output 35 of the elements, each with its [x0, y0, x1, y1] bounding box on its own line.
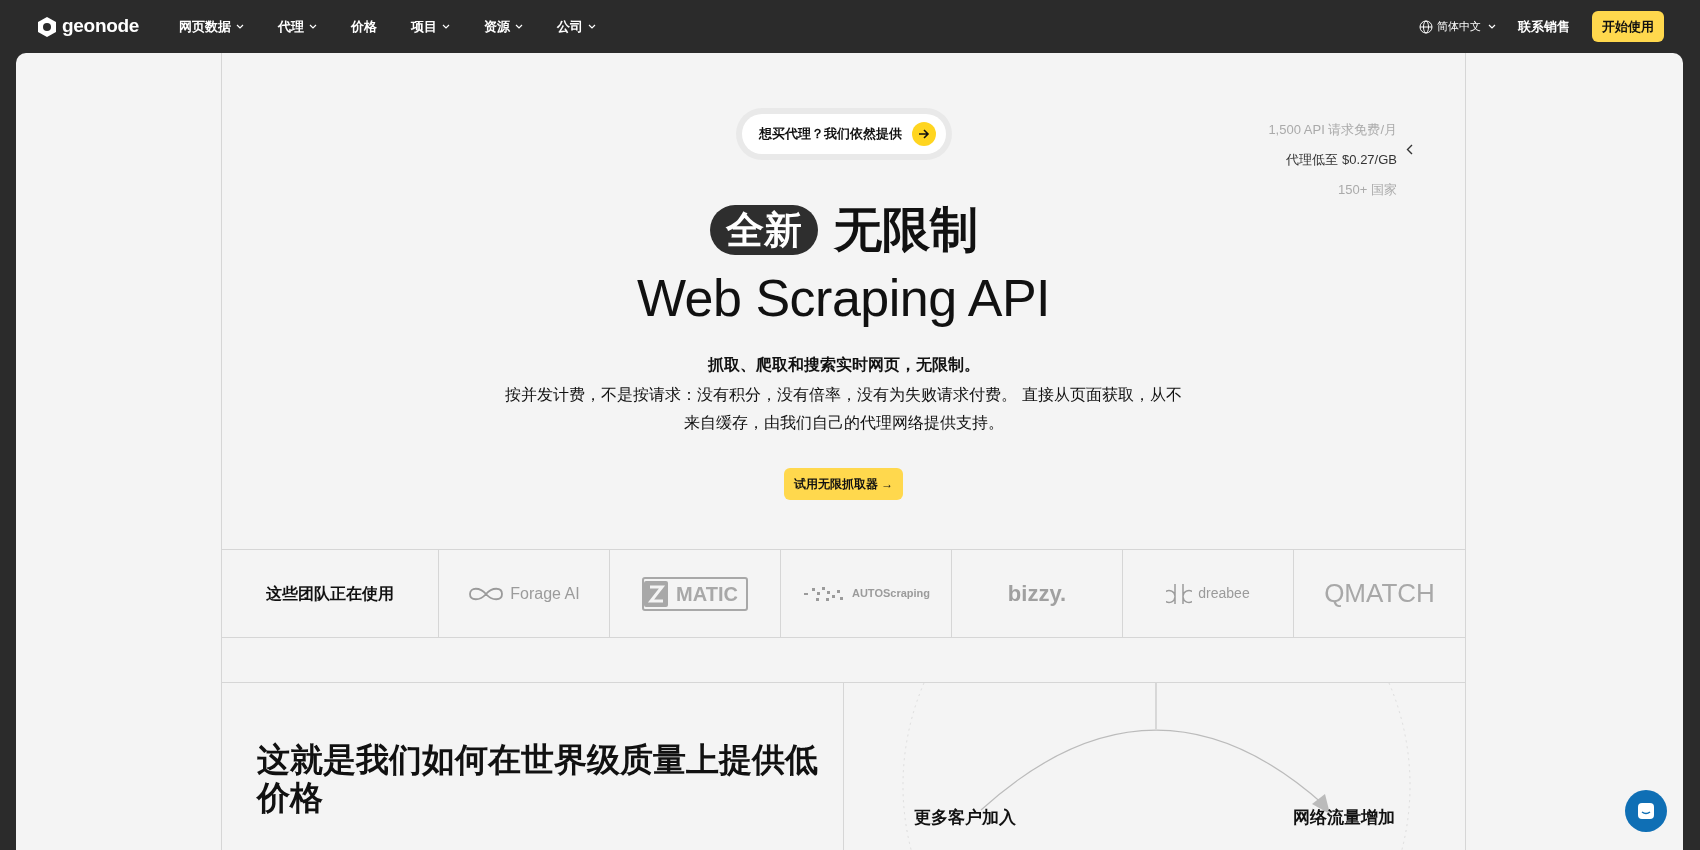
nav-menu-item[interactable]: 资源 [484, 16, 524, 37]
section-heading: 这就是我们如何在世界级质量上提供低价格 [257, 741, 819, 817]
cycle-label: 网络流量增加 [1293, 807, 1395, 829]
db-glyph-icon [1166, 581, 1193, 606]
logo-text: geonode [62, 14, 140, 39]
nav-menu-item[interactable]: 项目 [411, 16, 451, 37]
nav-menu-item[interactable]: 公司 [557, 16, 597, 37]
nav-menu-item[interactable]: 代理 [278, 16, 318, 37]
hero-subtitle: 抓取、爬取和搜索实时网页，无限制。 [707, 355, 980, 376]
language-selector[interactable]: 简体中文 [1419, 18, 1496, 35]
cycle-label: 更多客户加入 [913, 807, 1016, 829]
caret-icon [1488, 24, 1496, 29]
logo-text: MATIC [676, 581, 738, 607]
get-started-button[interactable]: 开始使用 [1592, 10, 1664, 43]
nav-menu-item[interactable]: 价格 [351, 16, 378, 37]
logo-text: Forage AI [510, 583, 580, 604]
customers-label: 这些团队正在使用 [266, 583, 394, 604]
chat-bubble-icon [1637, 802, 1655, 820]
logo-text: AUTOScraping [852, 586, 930, 602]
nav-menu-item[interactable]: 网页数据 [179, 16, 245, 37]
globe-icon [1419, 19, 1433, 34]
new-badge: 全新 [709, 205, 818, 255]
try-scraper-button[interactable]: 试用无限抓取器 → [783, 468, 904, 501]
contact-sales-link[interactable]: 联系销售 [1518, 16, 1570, 37]
stat-text: 1,500 API 请求免费/月 [1268, 121, 1397, 139]
hero-description: 按并发计费，不是按请求：没有积分，没有倍率，没有为失败请求付费。 直接从页面获取，从不来自缓存，由我们自己的代理网络提供支持。 [504, 385, 1183, 434]
stat-text: 150+ 国家 [1337, 181, 1397, 199]
hero-title: 无限制 [833, 202, 978, 258]
logo-text: QMATCH [1324, 577, 1435, 610]
logo-text: dreabee [1198, 584, 1250, 603]
logo-text: bizzy. [1007, 580, 1067, 608]
infinity-icon [468, 586, 505, 601]
logo-icon [36, 15, 58, 38]
hero-title: Web Scraping API [636, 270, 1051, 328]
stat-text: 代理低至 $0.27/GB [1285, 151, 1397, 169]
